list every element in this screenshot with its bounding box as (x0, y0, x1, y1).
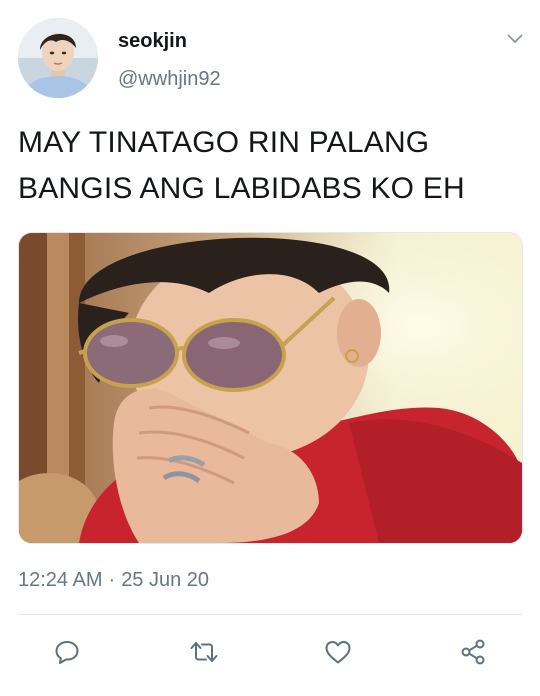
chevron-down-icon[interactable] (502, 28, 528, 50)
heart-icon (324, 639, 352, 665)
tweet-card: seokjin @wwhjin92 MAY TINATAGO RIN PALAN… (0, 0, 540, 696)
tweet-text: MAY TINATAGO RIN PALANG BANGIS ANG LABID… (18, 126, 465, 205)
display-name[interactable]: seokjin (118, 30, 187, 53)
retweet-button[interactable] (184, 632, 224, 672)
tweet-photo[interactable] (18, 232, 523, 544)
tweet-timestamp[interactable]: 12:24 AM · 25 Jun 20 (18, 569, 209, 592)
like-button[interactable] (318, 632, 358, 672)
avatar[interactable] (18, 18, 98, 98)
tweet-time: 12:24 AM (18, 569, 103, 591)
divider (18, 614, 522, 615)
reply-button[interactable] (47, 632, 87, 672)
tweet-date: 25 Jun 20 (121, 569, 210, 591)
separator-dot: · (108, 569, 116, 591)
reply-icon (54, 639, 80, 665)
share-button[interactable] (453, 632, 493, 672)
share-icon (459, 638, 487, 666)
retweet-icon (189, 639, 219, 665)
user-handle[interactable]: @wwhjin92 (118, 68, 221, 91)
